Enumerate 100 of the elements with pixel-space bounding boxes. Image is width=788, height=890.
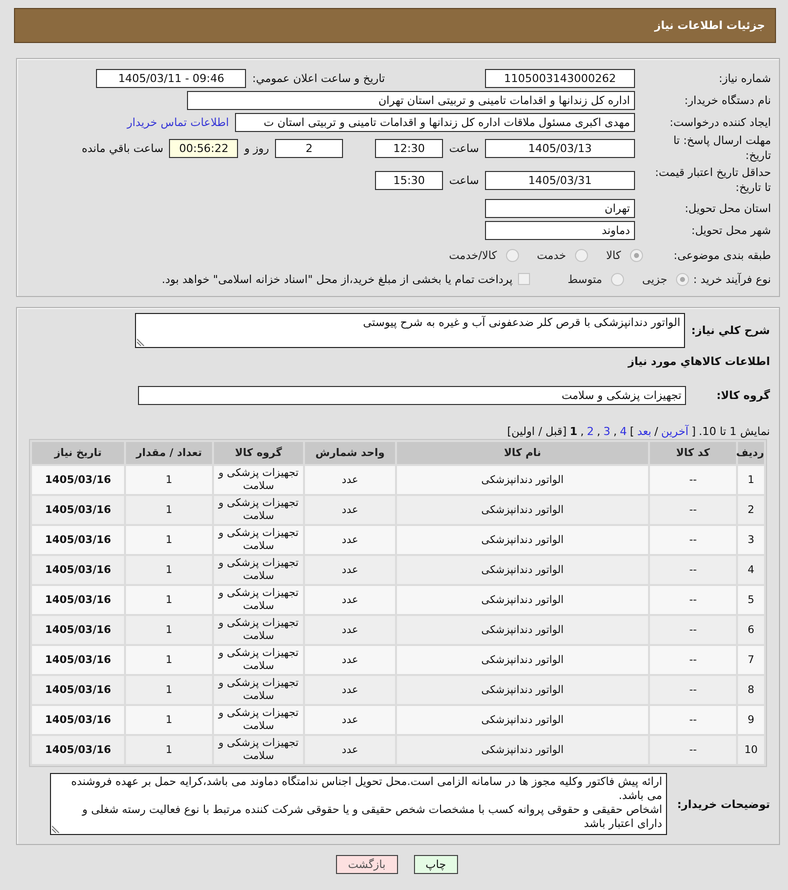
page-link[interactable]: 4 (620, 425, 627, 439)
table-cell: 10 (738, 736, 764, 764)
column-header[interactable]: گروه کالا (214, 442, 303, 464)
table-cell: الواتور دندانپزشکی (397, 706, 648, 734)
pagination-text: / (654, 425, 658, 439)
page-link[interactable]: بعد (637, 425, 652, 439)
table-cell: 1 (126, 556, 212, 584)
field-label: شرح کلي نیاز: (691, 324, 770, 337)
table-cell: -- (650, 586, 736, 614)
table-cell: الواتور دندانپزشکی (397, 616, 648, 644)
table-cell: الواتور دندانپزشکی (397, 586, 648, 614)
table-cell: تجهیزات پزشکی و سلامت (214, 586, 303, 614)
back-button[interactable]: بازگشت (336, 855, 398, 874)
pagination-text: , (613, 425, 617, 439)
contact-link[interactable]: اطلاعات تماس خریدار (127, 116, 229, 128)
table-cell: الواتور دندانپزشکی (397, 526, 648, 554)
table-cell: 7 (738, 646, 764, 674)
countdown-field[interactable]: 00:56:22 (169, 138, 238, 158)
notes-field[interactable]: ارائه پیش فاکتور وکلیه مجوز ها در سامانه الزامی است.محل تحویل اجناس ندامتگاه دماوند می باشد،کرایه حمل بر عهده فروشنده می باشد. اشخاص حقیقی و حقوقی پروانه کسب با مشخصات شخص حقیقی و یا حقوقی شرکت کننده مرتبط با نوع فعالیت رسته شغلی و دارای اعتبار باشد (50, 773, 668, 835)
field-label: تاریخ و ساعت اعلان عمومي: (252, 72, 385, 84)
date-field[interactable]: 1405/03/13 (485, 138, 635, 158)
table-cell: عدد (305, 496, 395, 524)
table-cell: -- (650, 616, 736, 644)
field-label: مهلت ارسال پاسخ: تا تاریخ: (672, 133, 771, 163)
column-header[interactable]: واحد شمارش (305, 442, 395, 464)
table-cell: 1405/03/16 (32, 466, 124, 494)
current-page: 1 (570, 425, 578, 439)
page-link[interactable]: 3 (603, 425, 610, 439)
table-cell: 1 (126, 496, 212, 524)
field-label: توضیحات خریدار: (677, 798, 770, 810)
table-cell: 1 (126, 616, 212, 644)
need-number-field[interactable]: 1105003143000262 (485, 68, 635, 88)
page-title: جزئیات اطلاعات نیاز (654, 19, 765, 32)
table-cell: تجهیزات پزشکی و سلامت (214, 616, 303, 644)
table-cell: عدد (305, 706, 395, 734)
table-cell: 1405/03/16 (32, 616, 124, 644)
column-header[interactable]: تعداد / مقدار (126, 442, 212, 464)
table-cell: عدد (305, 676, 395, 704)
column-header[interactable]: تاریخ نیاز (32, 442, 124, 464)
table-cell: الواتور دندانپزشکی (397, 466, 648, 494)
field-label: ساعت (449, 174, 479, 186)
pagination-text: نمایش 1 تا 10. (698, 425, 770, 439)
table-cell: 2 (738, 496, 764, 524)
table-cell: 1 (126, 586, 212, 614)
table-cell: تجهیزات پزشکی و سلامت (214, 646, 303, 674)
table-cell: عدد (305, 586, 395, 614)
pagination-text: [ (691, 425, 696, 439)
field-label: استان محل تحویل: (684, 200, 771, 216)
table-cell: تجهیزات پزشکی و سلامت (214, 466, 303, 494)
city-field[interactable]: دماوند (485, 220, 635, 240)
table-cell: الواتور دندانپزشکی (397, 556, 648, 584)
table-cell: -- (650, 646, 736, 674)
column-header[interactable]: کد کالا (650, 442, 736, 464)
resize-grip-icon[interactable] (52, 825, 60, 833)
province-field[interactable]: تهران (485, 198, 635, 218)
table-cell: 1405/03/16 (32, 526, 124, 554)
table-cell: تجهیزات پزشکی و سلامت (214, 706, 303, 734)
column-header[interactable]: نام کالا (397, 442, 648, 464)
table-cell: 1 (738, 466, 764, 494)
table-cell: -- (650, 496, 736, 524)
description-field[interactable]: الواتور دندانپزشکی با قرص کلر ضدعفونی آب و غیره به شرح پیوستی (135, 313, 686, 348)
field-label: نام دستگاه خریدار: (683, 92, 771, 108)
table-cell: تجهیزات پزشکی و سلامت (214, 556, 303, 584)
pagination-text: , (580, 425, 584, 439)
table-cell: -- (650, 676, 736, 704)
table-cell: عدد (305, 556, 395, 584)
table-cell: 1405/03/16 (32, 586, 124, 614)
field-label: ساعت (449, 142, 479, 154)
table-cell: 1405/03/16 (32, 496, 124, 524)
field-label: طبقه بندی موضوعی: (672, 248, 771, 262)
goods-group-field[interactable]: تجهیزات پزشکی و سلامت (138, 386, 686, 405)
table-cell: 9 (738, 706, 764, 734)
table-cell: 1 (126, 736, 212, 764)
print-button[interactable]: چاپ (414, 855, 458, 874)
days-field[interactable]: 2 (275, 138, 344, 158)
table-cell: 1 (126, 706, 212, 734)
table-cell: عدد (305, 526, 395, 554)
requester-field[interactable]: مهدی اکبری مسئول ملاقات اداره کل زندانها و اقدامات تامینی و تربیتی استان ت (235, 112, 635, 132)
resize-grip-icon[interactable] (137, 338, 146, 346)
table-cell: 3 (738, 526, 764, 554)
time-field[interactable]: 15:30 (375, 170, 444, 190)
table-cell: الواتور دندانپزشکی (397, 736, 648, 764)
table-cell: -- (650, 526, 736, 554)
column-header[interactable]: ردیف (738, 442, 764, 464)
field-label: شماره نیاز: (718, 70, 771, 86)
date-field[interactable]: 1405/03/31 (485, 170, 635, 190)
page-link[interactable]: آخرین (661, 425, 688, 439)
table-cell: عدد (305, 736, 395, 764)
table-cell: -- (650, 556, 736, 584)
field-label: روز و (244, 142, 270, 154)
table-cell: 5 (738, 586, 764, 614)
page-link[interactable]: 2 (586, 425, 594, 439)
table-cell: الواتور دندانپزشکی (397, 646, 648, 674)
field-label: شهر محل تحویل: (690, 222, 771, 238)
time-field[interactable]: 12:30 (375, 138, 444, 158)
table-cell: 8 (738, 676, 764, 704)
pagination-text: [قبل / اولین] (507, 425, 567, 439)
buyer-organization-field[interactable]: اداره کل زندانها و اقدامات تامینی و تربیتی استان تهران (187, 90, 635, 110)
table-cell: 1405/03/16 (32, 556, 124, 584)
announcement-date-field[interactable]: 1405/03/11 - 09:46 (96, 68, 246, 88)
